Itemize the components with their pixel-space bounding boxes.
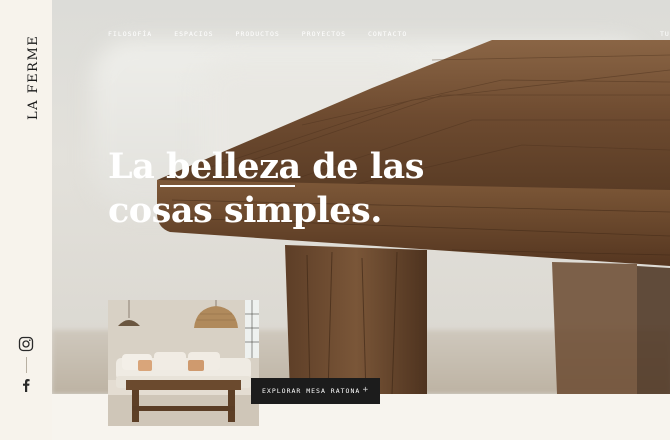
explore-coffee-table-button[interactable]: EXPLORAR MESA RATONA + — [251, 378, 380, 404]
headline-line-2: cosas simples. — [108, 190, 382, 231]
facebook-icon[interactable] — [18, 377, 34, 393]
plus-icon: + — [362, 385, 369, 395]
left-sidebar: LA FERME — [0, 0, 52, 440]
brand-name: LA FERME — [26, 34, 41, 120]
nav-item-espacios[interactable]: ESPACIOS — [174, 30, 213, 38]
main-nav: FILOSOFÍA ESPACIOS PRODUCTOS PROYECTOS C… — [108, 30, 429, 38]
nav-item-filosofia[interactable]: FILOSOFÍA — [108, 30, 152, 38]
brand-logo[interactable]: LA FERME — [14, 20, 41, 120]
nav-item-productos[interactable]: PRODUCTOS — [236, 30, 280, 38]
instagram-icon[interactable] — [18, 336, 34, 352]
nav-item-proyectos[interactable]: PROYECTOS — [302, 30, 346, 38]
headline-line-1: La belleza de las — [108, 146, 424, 187]
headline-underline — [160, 185, 295, 187]
nav-item-tu[interactable]: TU — [660, 30, 670, 38]
social-divider — [26, 357, 27, 373]
living-room-thumbnail[interactable] — [108, 300, 259, 426]
hero-headline: La belleza de las cosas simples. — [108, 145, 428, 233]
nav-item-contacto[interactable]: CONTACTO — [368, 30, 407, 38]
cta-label: EXPLORAR MESA RATONA — [262, 387, 361, 395]
